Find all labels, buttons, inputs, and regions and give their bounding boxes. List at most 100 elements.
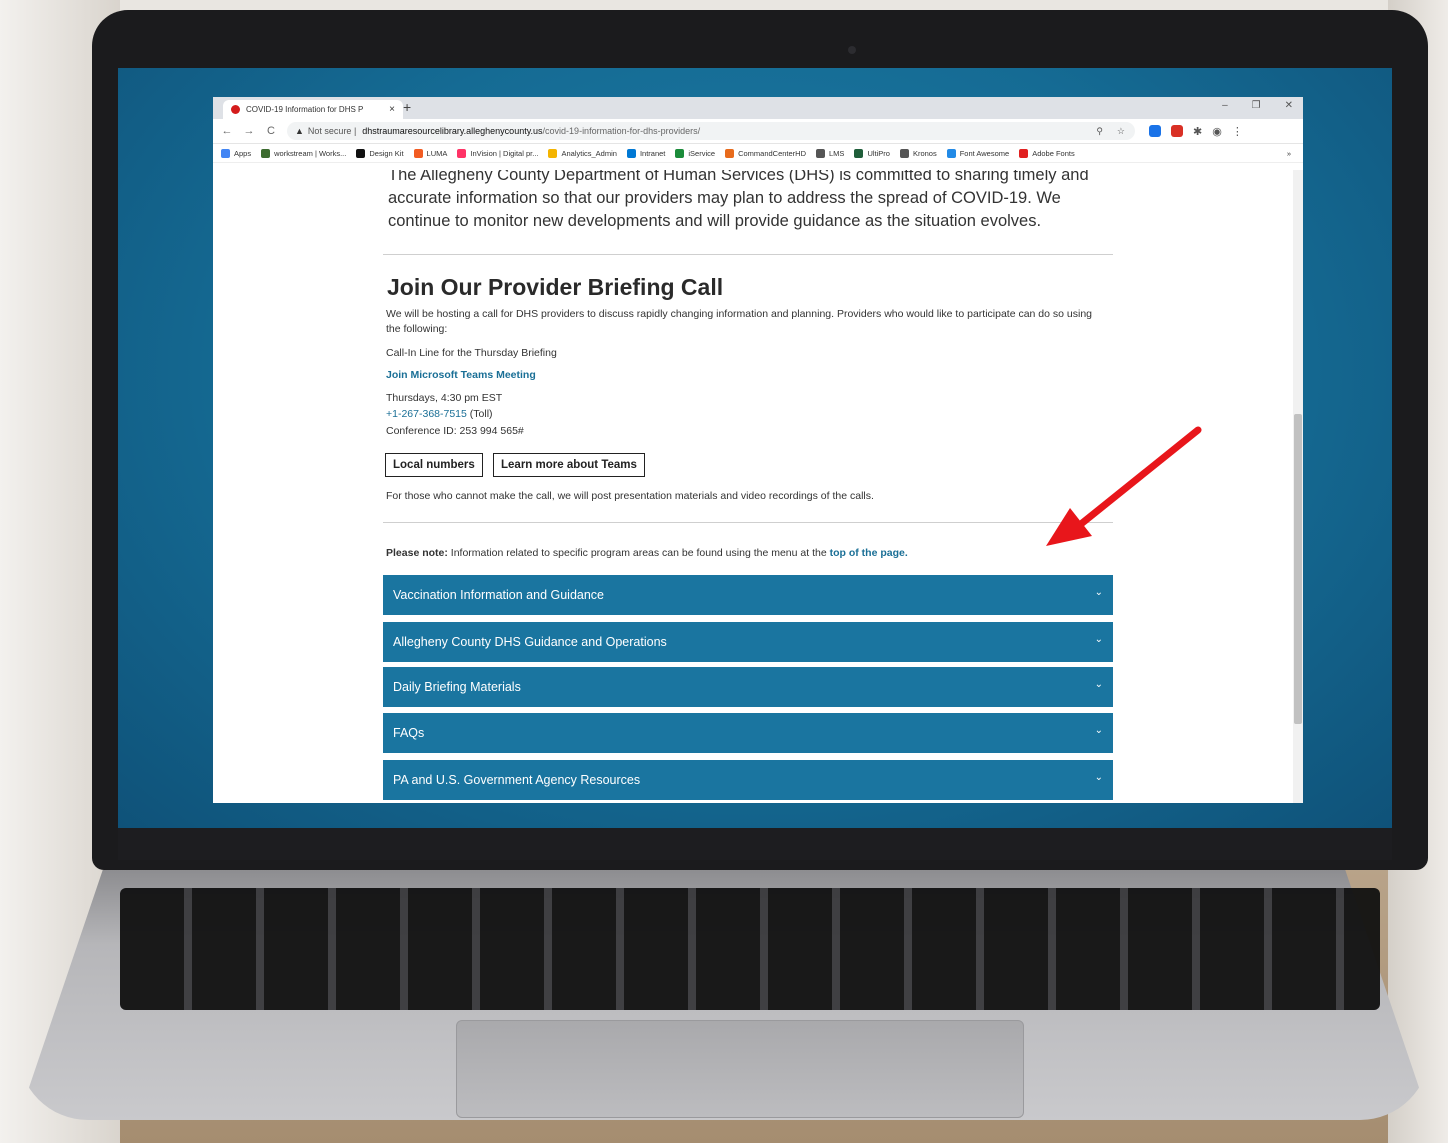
tab-covid-info[interactable]: COVID-19 Information for DHS P ×: [223, 100, 403, 119]
conference-id: Conference ID: 253 994 565#: [386, 425, 524, 437]
accordion-title: Allegheny County DHS Guidance and Operat…: [393, 635, 667, 649]
bookmark-label: Design Kit: [369, 148, 404, 158]
extension-icon[interactable]: [1149, 125, 1161, 137]
restore-button[interactable]: ❐: [1252, 100, 1261, 111]
bookmark-label: Adobe Fonts: [1032, 148, 1075, 158]
profile-icon[interactable]: ◉: [1212, 125, 1222, 138]
bookmark-favicon-icon: [548, 148, 558, 158]
intro-paragraph: The Allegheny County Department of Human…: [388, 170, 1089, 230]
back-button[interactable]: ←: [219, 125, 235, 137]
chevron-down-icon: ⌄: [1094, 679, 1103, 690]
bookmark-label: Kronos: [912, 148, 937, 158]
bookmarks-overflow-button[interactable]: »: [1287, 149, 1291, 158]
bookmark-item[interactable]: InVision | Digital pr...: [457, 148, 539, 158]
menu-kebab-icon[interactable]: ⋮: [1232, 125, 1243, 138]
top-of-page-link[interactable]: top of the page.: [830, 547, 908, 559]
bookmark-favicon-icon: [854, 148, 864, 158]
bookmark-favicon-icon: [1019, 148, 1029, 158]
url-host: dhstraumaresourcelibrary.alleghenycounty…: [362, 126, 543, 136]
bookmarks-bar: Apps workstream | Works... Design Kit LUMA I…: [213, 144, 1303, 163]
post-note-text: For those who cannot make the call, we w…: [386, 490, 874, 502]
trackpad: [456, 1020, 1024, 1118]
bookmark-label: LMS: [829, 148, 845, 158]
forward-button[interactable]: →: [241, 125, 257, 137]
tab-title: COVID-19 Information for DHS P: [246, 105, 364, 114]
scrollbar[interactable]: [1293, 170, 1303, 803]
browser-toolbar: ← → C ▲ Not secure | dhstraumaresourceli…: [213, 119, 1303, 144]
accordion-item[interactable]: Daily Briefing Materials ⌄: [383, 667, 1113, 707]
bookmark-label: Intranet: [639, 148, 666, 158]
bookmark-favicon-icon: [261, 148, 271, 158]
bookmark-favicon-icon: [626, 148, 636, 158]
divider: [383, 254, 1113, 255]
phone-suffix: (Toll): [466, 408, 493, 420]
bookmark-label: Font Awesome: [959, 148, 1010, 158]
bookmark-item[interactable]: iService: [675, 148, 716, 158]
bookmark-label: Apps: [234, 148, 252, 158]
new-tab-button[interactable]: +: [403, 99, 411, 115]
bookmark-label: InVision | Digital pr...: [470, 148, 539, 158]
reload-button[interactable]: C: [263, 125, 279, 137]
accordion-item[interactable]: Allegheny County DHS Guidance and Operat…: [383, 622, 1113, 662]
scrollbar-thumb[interactable]: [1294, 414, 1302, 724]
bookmark-item[interactable]: UltiPro: [854, 148, 890, 158]
window-controls: – ❐ ✕: [1222, 100, 1293, 111]
bookmark-star-icon[interactable]: ☆: [1117, 126, 1125, 137]
local-numbers-button[interactable]: Local numbers: [385, 453, 483, 477]
teams-meeting-link[interactable]: Join Microsoft Teams Meeting: [386, 368, 536, 383]
bookmark-item[interactable]: workstream | Works...: [261, 148, 347, 158]
bookmark-item[interactable]: Adobe Fonts: [1019, 148, 1075, 158]
bookmark-label: CommandCenterHD: [738, 148, 807, 158]
red-annotation-arrow: [1046, 426, 1202, 546]
accordion-item[interactable]: Vaccination Information and Guidance ⌄: [383, 575, 1113, 615]
learn-more-teams-button[interactable]: Learn more about Teams: [493, 453, 645, 477]
puzzle-icon[interactable]: ✱: [1193, 125, 1202, 138]
bookmark-item[interactable]: Apps: [221, 148, 252, 158]
bookmark-item[interactable]: Design Kit: [356, 148, 404, 158]
bookmark-item[interactable]: Analytics_Admin: [548, 148, 617, 158]
warning-icon: ▲: [295, 126, 304, 136]
tab-close-icon[interactable]: ×: [389, 104, 395, 115]
address-bar[interactable]: ▲ Not secure | dhstraumaresourcelibrary.…: [287, 122, 1135, 140]
accordion-title: PA and U.S. Government Agency Resources: [393, 773, 641, 787]
bookmark-item[interactable]: Kronos: [899, 148, 937, 158]
chevron-down-icon: ⌄: [1094, 634, 1103, 645]
bookmark-favicon-icon: [356, 148, 366, 158]
call-in-label: Call-In Line for the Thursday Briefing: [386, 347, 557, 359]
chevron-down-icon: ⌄: [1094, 725, 1103, 736]
bookmark-label: iService: [688, 148, 716, 158]
tab-strip: COVID-19 Information for DHS P × + – ❐ ✕: [213, 97, 1303, 119]
bookmark-favicon-icon: [899, 148, 909, 158]
bookmark-label: Analytics_Admin: [561, 148, 617, 158]
bookmark-item[interactable]: Font Awesome: [946, 148, 1010, 158]
phone-line: +1-267-368-7515 (Toll): [386, 407, 493, 422]
bookmark-favicon-icon: [675, 148, 685, 158]
description-text: We will be hosting a call for DHS provid…: [386, 308, 1093, 335]
bookmark-label: workstream | Works...: [274, 148, 347, 158]
bookmark-favicon-icon: [413, 148, 423, 158]
close-window-button[interactable]: ✕: [1285, 100, 1293, 111]
bookmark-label: UltiPro: [867, 148, 890, 158]
camera: [848, 46, 856, 54]
bookmark-favicon-icon: [816, 148, 826, 158]
bookmark-item[interactable]: CommandCenterHD: [725, 148, 807, 158]
minimize-button[interactable]: –: [1222, 100, 1228, 111]
security-label[interactable]: Not secure |: [308, 126, 356, 136]
bookmark-item[interactable]: LUMA: [413, 148, 448, 158]
accordion-title: Vaccination Information and Guidance: [393, 588, 605, 602]
bookmark-item[interactable]: Intranet: [626, 148, 666, 158]
extensions-area: ✱ ◉ ⋮: [1149, 125, 1243, 138]
zoom-icon[interactable]: ⚲: [1096, 126, 1103, 137]
accordion-item[interactable]: FAQs ⌄: [383, 713, 1113, 753]
bookmark-favicon-icon: [221, 148, 230, 158]
bookmark-label: LUMA: [426, 148, 448, 158]
bookmark-favicon-icon: [457, 148, 467, 158]
please-note: Please note: Information related to spec…: [386, 546, 1106, 561]
pdf-extension-icon[interactable]: [1171, 125, 1183, 137]
phone-link[interactable]: +1-267-368-7515: [386, 408, 467, 420]
accordion-title: FAQs: [393, 726, 425, 740]
screen-bezel: [118, 828, 1392, 860]
bookmark-item[interactable]: LMS: [816, 148, 845, 158]
accordion-item[interactable]: PA and U.S. Government Agency Resources ⌄: [383, 760, 1113, 800]
chevron-down-icon: ⌄: [1094, 587, 1103, 598]
